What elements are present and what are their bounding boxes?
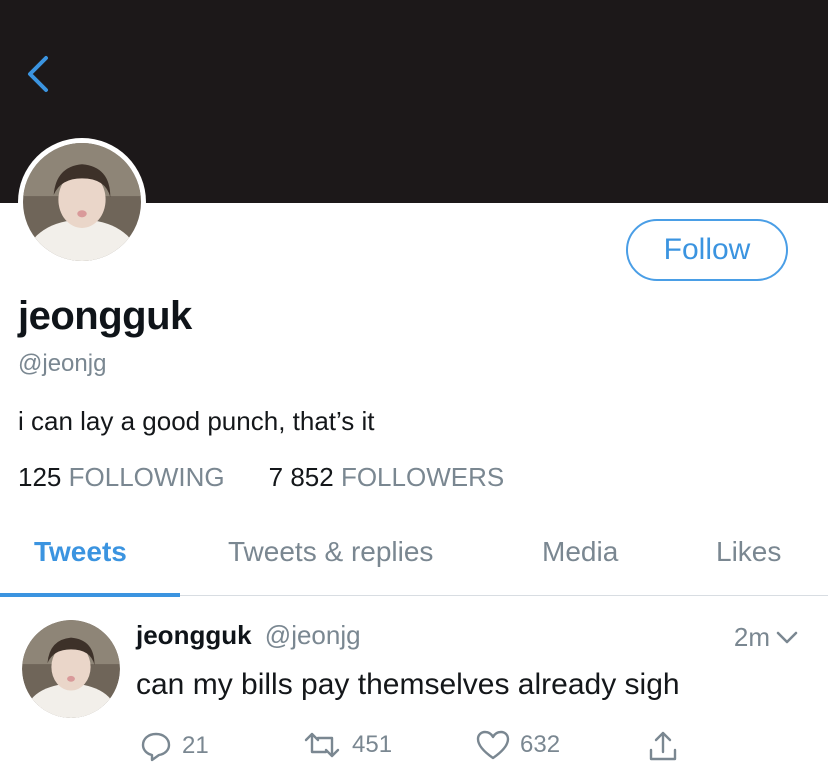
heart-icon (476, 730, 510, 760)
profile-tabs: Tweets Tweets & replies Media Likes (0, 528, 828, 597)
tweet-timestamp: 2m (733, 622, 770, 652)
following-stat[interactable]: 125 FOLLOWING (18, 462, 225, 493)
profile-handle: @jeonjg (18, 350, 107, 377)
tweet-time-menu: 2m (734, 622, 798, 653)
tweet-author-name[interactable]: jeongguk (136, 620, 252, 650)
retweet-button[interactable]: 451 (302, 730, 392, 760)
avatar-photo (23, 143, 141, 261)
active-tab-indicator (0, 593, 180, 597)
retweet-icon (304, 732, 340, 758)
followers-count: 7 852 (268, 462, 334, 492)
tab-likes[interactable]: Likes (716, 536, 781, 568)
tweet-actions: 21 451 632 (136, 730, 696, 770)
tweet-header: jeongguk @jeonjg (136, 620, 361, 651)
back-chevron-icon (28, 56, 48, 92)
tweet-avatar-photo (22, 620, 120, 718)
tweet-avatar[interactable] (22, 620, 120, 718)
tab-tweets-replies[interactable]: Tweets & replies (228, 536, 433, 568)
follow-button[interactable]: Follow (626, 219, 788, 281)
like-button[interactable]: 632 (476, 730, 560, 760)
share-button[interactable] (648, 730, 678, 762)
profile-bio: i can lay a good punch, that’s it (18, 406, 375, 436)
profile-stats: 125 FOLLOWING 7 852 FOLLOWERS (18, 462, 504, 493)
profile-name: jeongguk (18, 294, 192, 338)
like-count: 632 (520, 731, 561, 758)
reply-count: 21 (182, 732, 209, 759)
tweet-author-handle[interactable]: @jeonjg (265, 620, 361, 650)
chevron-down-icon[interactable] (776, 631, 798, 645)
profile-avatar[interactable] (18, 138, 146, 266)
retweet-count: 451 (352, 731, 393, 758)
following-label: FOLLOWING (68, 462, 225, 492)
tab-tweets[interactable]: Tweets (34, 536, 127, 568)
back-button[interactable] (22, 52, 58, 96)
following-count: 125 (18, 462, 62, 492)
followers-stat[interactable]: 7 852 FOLLOWERS (269, 462, 505, 493)
share-icon (649, 731, 677, 761)
tweet-text: can my bills pay themselves already sigh (136, 668, 680, 701)
reply-button[interactable]: 21 (140, 730, 209, 762)
reply-icon (141, 732, 171, 762)
followers-label: FOLLOWERS (340, 462, 505, 492)
tab-media[interactable]: Media (542, 536, 618, 568)
